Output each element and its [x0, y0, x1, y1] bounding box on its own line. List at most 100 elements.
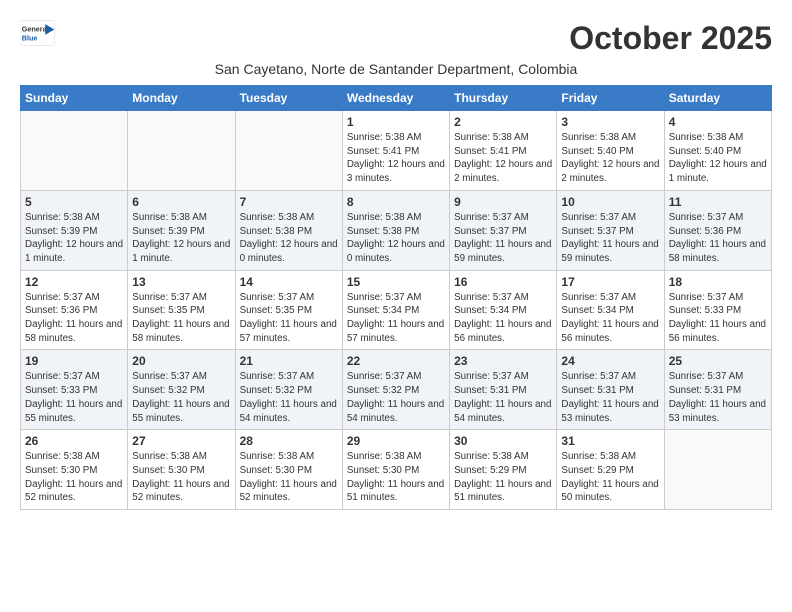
- calendar-week-row: 19 Sunrise: 5:37 AM Sunset: 5:33 PM Dayli…: [21, 350, 772, 430]
- day-number: 4: [669, 115, 767, 129]
- calendar-subtitle: San Cayetano, Norte de Santander Departm…: [20, 61, 772, 77]
- day-number: 2: [454, 115, 552, 129]
- day-number: 9: [454, 195, 552, 209]
- day-number: 18: [669, 275, 767, 289]
- calendar-header-row: SundayMondayTuesdayWednesdayThursdayFrid…: [21, 86, 772, 111]
- day-info: Sunrise: 5:37 AM Sunset: 5:37 PM Dayligh…: [561, 211, 659, 266]
- calendar-day: 2 Sunrise: 5:38 AM Sunset: 5:41 PM Daylig…: [450, 111, 557, 191]
- day-number: 15: [347, 275, 445, 289]
- calendar-day: 21 Sunrise: 5:37 AM Sunset: 5:32 PM Dayli…: [235, 350, 342, 430]
- calendar-day: 25 Sunrise: 5:37 AM Sunset: 5:31 PM Dayli…: [664, 350, 771, 430]
- calendar-week-row: 12 Sunrise: 5:37 AM Sunset: 5:36 PM Dayli…: [21, 270, 772, 350]
- day-info: Sunrise: 5:37 AM Sunset: 5:31 PM Dayligh…: [669, 370, 767, 425]
- day-number: 11: [669, 195, 767, 209]
- svg-text:Blue: Blue: [22, 33, 38, 42]
- calendar-day: 9Sunrise: 5:37 AM Sunset: 5:37 PM Daylig…: [450, 190, 557, 270]
- calendar-day: 17Sunrise: 5:37 AM Sunset: 5:34 PM Dayli…: [557, 270, 664, 350]
- day-info: Sunrise: 5:38 AM Sunset: 5:38 PM Dayligh…: [347, 211, 445, 266]
- calendar-day: 14 Sunrise: 5:37 AM Sunset: 5:35 PM Dayli…: [235, 270, 342, 350]
- day-number: 30: [454, 434, 552, 448]
- day-info: Sunrise: 5:37 AM Sunset: 5:32 PM Dayligh…: [240, 370, 338, 425]
- calendar-week-row: 5 Sunrise: 5:38 AM Sunset: 5:39 PM Daylig…: [21, 190, 772, 270]
- day-number: 23: [454, 354, 552, 368]
- day-info: Sunrise: 5:38 AM Sunset: 5:39 PM Dayligh…: [132, 211, 230, 266]
- calendar-day: 16 Sunrise: 5:37 AM Sunset: 5:34 PM Dayli…: [450, 270, 557, 350]
- calendar-day: [235, 111, 342, 191]
- calendar-table: SundayMondayTuesdayWednesdayThursdayFrid…: [20, 85, 772, 510]
- header-tuesday: Tuesday: [235, 86, 342, 111]
- day-info: Sunrise: 5:37 AM Sunset: 5:36 PM Dayligh…: [669, 211, 767, 266]
- calendar-day: 20Sunrise: 5:37 AM Sunset: 5:32 PM Dayli…: [128, 350, 235, 430]
- day-info: Sunrise: 5:38 AM Sunset: 5:29 PM Dayligh…: [561, 450, 659, 505]
- header-sunday: Sunday: [21, 86, 128, 111]
- day-number: 26: [25, 434, 123, 448]
- day-number: 28: [240, 434, 338, 448]
- logo-icon: General Blue: [20, 20, 56, 48]
- calendar-day: [21, 111, 128, 191]
- day-number: 10: [561, 195, 659, 209]
- day-info: Sunrise: 5:37 AM Sunset: 5:31 PM Dayligh…: [454, 370, 552, 425]
- calendar-day: 26 Sunrise: 5:38 AM Sunset: 5:30 PM Dayli…: [21, 430, 128, 510]
- day-info: Sunrise: 5:37 AM Sunset: 5:32 PM Dayligh…: [347, 370, 445, 425]
- calendar-day: 27 Sunrise: 5:38 AM Sunset: 5:30 PM Dayli…: [128, 430, 235, 510]
- day-info: Sunrise: 5:37 AM Sunset: 5:34 PM Dayligh…: [454, 291, 552, 346]
- day-number: 7: [240, 195, 338, 209]
- day-number: 24: [561, 354, 659, 368]
- day-info: Sunrise: 5:37 AM Sunset: 5:31 PM Dayligh…: [561, 370, 659, 425]
- day-number: 16: [454, 275, 552, 289]
- calendar-day: 23 Sunrise: 5:37 AM Sunset: 5:31 PM Dayli…: [450, 350, 557, 430]
- calendar-day: 7Sunrise: 5:38 AM Sunset: 5:38 PM Daylig…: [235, 190, 342, 270]
- calendar-day: 4 Sunrise: 5:38 AM Sunset: 5:40 PM Daylig…: [664, 111, 771, 191]
- day-info: Sunrise: 5:38 AM Sunset: 5:30 PM Dayligh…: [240, 450, 338, 505]
- day-number: 13: [132, 275, 230, 289]
- day-info: Sunrise: 5:38 AM Sunset: 5:30 PM Dayligh…: [132, 450, 230, 505]
- day-info: Sunrise: 5:37 AM Sunset: 5:34 PM Dayligh…: [561, 291, 659, 346]
- day-info: Sunrise: 5:37 AM Sunset: 5:32 PM Dayligh…: [132, 370, 230, 425]
- day-info: Sunrise: 5:38 AM Sunset: 5:39 PM Dayligh…: [25, 211, 123, 266]
- calendar-day: 30Sunrise: 5:38 AM Sunset: 5:29 PM Dayli…: [450, 430, 557, 510]
- day-info: Sunrise: 5:37 AM Sunset: 5:34 PM Dayligh…: [347, 291, 445, 346]
- day-number: 12: [25, 275, 123, 289]
- day-number: 31: [561, 434, 659, 448]
- calendar-day: 31 Sunrise: 5:38 AM Sunset: 5:29 PM Dayli…: [557, 430, 664, 510]
- header-monday: Monday: [128, 86, 235, 111]
- calendar-week-row: 26 Sunrise: 5:38 AM Sunset: 5:30 PM Dayli…: [21, 430, 772, 510]
- day-info: Sunrise: 5:38 AM Sunset: 5:41 PM Dayligh…: [347, 131, 445, 186]
- day-number: 14: [240, 275, 338, 289]
- day-number: 1: [347, 115, 445, 129]
- day-number: 29: [347, 434, 445, 448]
- day-number: 22: [347, 354, 445, 368]
- day-number: 3: [561, 115, 659, 129]
- calendar-day: 19 Sunrise: 5:37 AM Sunset: 5:33 PM Dayli…: [21, 350, 128, 430]
- calendar-day: 6 Sunrise: 5:38 AM Sunset: 5:39 PM Daylig…: [128, 190, 235, 270]
- day-number: 8: [347, 195, 445, 209]
- day-number: 6: [132, 195, 230, 209]
- day-number: 25: [669, 354, 767, 368]
- calendar-day: 10 Sunrise: 5:37 AM Sunset: 5:37 PM Dayli…: [557, 190, 664, 270]
- calendar-day: 13 Sunrise: 5:37 AM Sunset: 5:35 PM Dayli…: [128, 270, 235, 350]
- calendar-day: [664, 430, 771, 510]
- calendar-day: 5 Sunrise: 5:38 AM Sunset: 5:39 PM Daylig…: [21, 190, 128, 270]
- day-info: Sunrise: 5:38 AM Sunset: 5:30 PM Dayligh…: [25, 450, 123, 505]
- day-info: Sunrise: 5:38 AM Sunset: 5:40 PM Dayligh…: [669, 131, 767, 186]
- logo: General Blue: [20, 20, 56, 48]
- calendar-day: 1 Sunrise: 5:38 AM Sunset: 5:41 PM Daylig…: [342, 111, 449, 191]
- calendar-day: 22 Sunrise: 5:37 AM Sunset: 5:32 PM Dayli…: [342, 350, 449, 430]
- svg-text:General: General: [22, 24, 49, 33]
- day-info: Sunrise: 5:37 AM Sunset: 5:33 PM Dayligh…: [25, 370, 123, 425]
- day-info: Sunrise: 5:38 AM Sunset: 5:30 PM Dayligh…: [347, 450, 445, 505]
- day-number: 19: [25, 354, 123, 368]
- day-info: Sunrise: 5:38 AM Sunset: 5:41 PM Dayligh…: [454, 131, 552, 186]
- day-info: Sunrise: 5:37 AM Sunset: 5:35 PM Dayligh…: [132, 291, 230, 346]
- day-number: 21: [240, 354, 338, 368]
- day-info: Sunrise: 5:37 AM Sunset: 5:33 PM Dayligh…: [669, 291, 767, 346]
- header-friday: Friday: [557, 86, 664, 111]
- day-number: 5: [25, 195, 123, 209]
- calendar-day: 12 Sunrise: 5:37 AM Sunset: 5:36 PM Dayli…: [21, 270, 128, 350]
- day-info: Sunrise: 5:37 AM Sunset: 5:35 PM Dayligh…: [240, 291, 338, 346]
- day-info: Sunrise: 5:37 AM Sunset: 5:36 PM Dayligh…: [25, 291, 123, 346]
- header-saturday: Saturday: [664, 86, 771, 111]
- calendar-day: 18 Sunrise: 5:37 AM Sunset: 5:33 PM Dayli…: [664, 270, 771, 350]
- day-number: 27: [132, 434, 230, 448]
- month-title: October 2025: [569, 20, 772, 57]
